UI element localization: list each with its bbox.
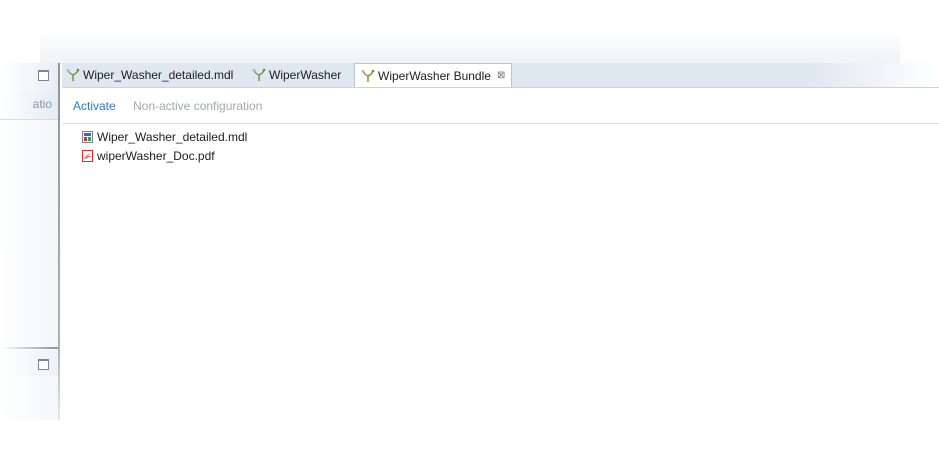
window-top-region [40,30,900,64]
mdl-file-icon [82,131,93,143]
bundle-icon [361,69,375,82]
tab-label: WiperWasher [269,68,342,82]
tab-wiperwasher-bundle[interactable]: WiperWasher Bundle ⊠ [354,63,513,88]
tab-label: WiperWasher Bundle [378,68,491,83]
restore-icon[interactable] [38,359,49,370]
left-view-tab[interactable]: atio [0,91,58,120]
file-name: Wiper_Washer_detailed.mdl [97,130,248,144]
sash-divider[interactable] [58,63,60,420]
list-item-pdf-file[interactable]: wiperWasher_Doc.pdf [82,147,215,165]
tab-label: Wiper_Washer_detailed.mdl [83,68,234,82]
activate-link[interactable]: Activate [73,99,116,113]
editor-area: Wiper_Washer_detailed.mdl WiperWasher Wi… [62,63,939,460]
bundle-icon [252,68,266,81]
restore-icon[interactable] [38,70,49,81]
editor-toolbar: Activate Non-active configuration [62,88,939,124]
left-bottom-view-panel [0,350,58,420]
tab-wiperwasher[interactable]: WiperWasher [252,63,341,87]
left-view-tab-label: atio [32,97,52,111]
pdf-file-icon [82,150,93,162]
tab-wiper-washer-detailed-mdl[interactable]: Wiper_Washer_detailed.mdl [66,63,233,87]
left-bottom-view-header [0,350,58,376]
file-name: wiperWasher_Doc.pdf [97,149,215,163]
left-view-header [0,63,58,91]
bundle-icon [66,68,80,81]
editor-tab-bar: Wiper_Washer_detailed.mdl WiperWasher Wi… [62,63,939,88]
configuration-status: Non-active configuration [133,99,263,113]
left-view-panel: atio [0,63,58,347]
close-icon[interactable]: ⊠ [497,64,505,88]
list-item-mdl-file[interactable]: Wiper_Washer_detailed.mdl [82,128,247,146]
left-view-separator [0,347,58,349]
